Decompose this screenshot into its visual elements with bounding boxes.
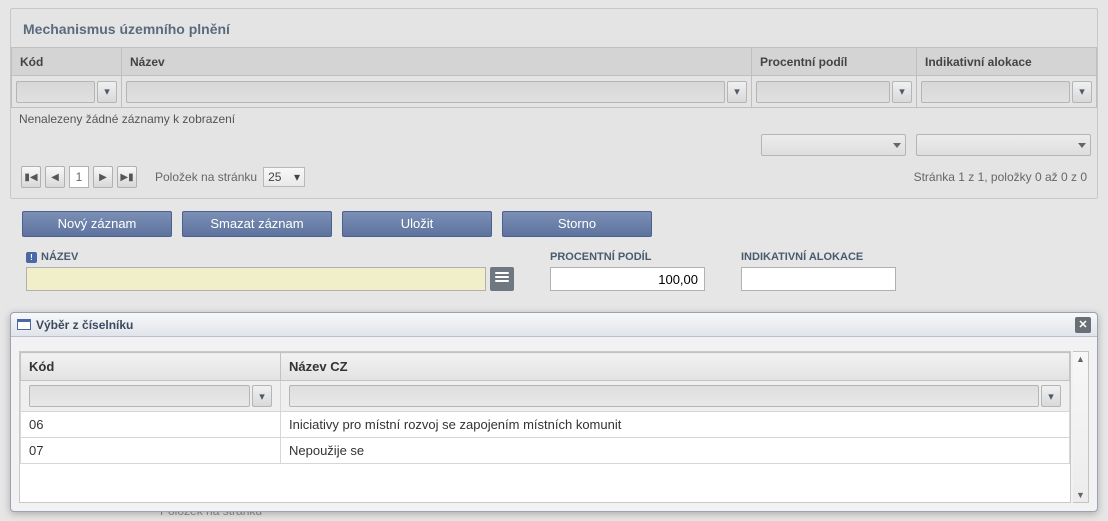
label-nazev: NÁZEV: [41, 251, 78, 263]
cell-nazev: Nepoužije se: [281, 438, 1070, 464]
chevron-down-icon: ▾: [294, 170, 300, 184]
funnel-icon[interactable]: ▾: [892, 81, 912, 103]
page-size-select[interactable]: 25▾: [263, 167, 305, 187]
header-row: Kód Název Procentní podíl Indikativní al…: [12, 48, 1097, 76]
label-procentni: PROCENTNÍ PODÍL: [550, 251, 705, 263]
col-kod[interactable]: Kód: [12, 48, 122, 76]
funnel-icon[interactable]: ▾: [727, 81, 747, 103]
filter-nazev[interactable]: [126, 81, 725, 103]
modal-filter-kod[interactable]: [29, 385, 250, 407]
pager-info: Stránka 1 z 1, položky 0 až 0 z 0: [914, 170, 1087, 184]
pager-prev[interactable]: ◀: [45, 166, 65, 188]
modal-col-kod[interactable]: Kód: [21, 353, 281, 381]
pager: ▮◀ ◀ 1 ▶ ▶▮ Položek na stránku 25▾ Strán…: [11, 160, 1097, 198]
pager-next[interactable]: ▶: [93, 166, 113, 188]
list-icon: [495, 272, 509, 286]
section-title: Mechanismus územního plnění: [11, 9, 1097, 47]
extra-select-2[interactable]: [916, 134, 1091, 156]
col-nazev[interactable]: Název: [122, 48, 752, 76]
nazev-field[interactable]: [26, 267, 486, 291]
extra-select-1[interactable]: [761, 134, 906, 156]
cell-kod: 06: [21, 412, 281, 438]
cell-kod: 07: [21, 438, 281, 464]
pager-last[interactable]: ▶▮: [117, 166, 137, 188]
col-indik[interactable]: Indikativní alokace: [917, 48, 1097, 76]
save-button[interactable]: Uložit: [342, 211, 492, 237]
table-row[interactable]: 07 Nepoužije se: [21, 438, 1070, 464]
filter-procentni[interactable]: [756, 81, 890, 103]
required-icon: !: [26, 252, 37, 263]
chevron-up-icon: ▲: [1076, 354, 1085, 364]
modal-title-text: Výběr z číselníku: [36, 318, 133, 332]
modal-filter-nazev[interactable]: [289, 385, 1039, 407]
table-row[interactable]: 06 Iniciativy pro místní rozvoj se zapoj…: [21, 412, 1070, 438]
lookup-button[interactable]: [490, 267, 514, 291]
close-icon[interactable]: ✕: [1075, 317, 1091, 333]
filter-row: ▾ ▾ ▾ ▾: [12, 76, 1097, 108]
delete-record-button[interactable]: Smazat záznam: [182, 211, 332, 237]
no-records-message: Nenalezeny žádné záznamy k zobrazení: [11, 108, 1097, 130]
extra-select-row: [11, 130, 1097, 160]
cell-nazev: Iniciativy pro místní rozvoj se zapojení…: [281, 412, 1070, 438]
cancel-button[interactable]: Storno: [502, 211, 652, 237]
funnel-icon[interactable]: ▾: [1041, 385, 1061, 407]
funnel-icon[interactable]: ▾: [97, 81, 117, 103]
funnel-icon[interactable]: ▾: [1072, 81, 1092, 103]
label-indik: INDIKATIVNÍ ALOKACE: [741, 251, 896, 263]
lookup-modal: Výběr z číselníku ✕ Kód Název CZ ▾ ▾ 06 …: [10, 312, 1098, 512]
new-record-button[interactable]: Nový záznam: [22, 211, 172, 237]
modal-col-nazev[interactable]: Název CZ: [281, 353, 1070, 381]
funnel-icon[interactable]: ▾: [252, 385, 272, 407]
scrollbar[interactable]: ▲▼: [1073, 351, 1089, 503]
page-size-label: Položek na stránku: [155, 170, 257, 184]
page-size: Položek na stránku 25▾: [155, 167, 305, 187]
procentni-field[interactable]: [550, 267, 705, 291]
filter-indik[interactable]: [921, 81, 1070, 103]
window-icon: [17, 319, 31, 330]
pager-current[interactable]: 1: [69, 166, 89, 188]
modal-grid: Kód Název CZ ▾ ▾ 06 Iniciativy pro místn…: [20, 352, 1070, 464]
pager-first[interactable]: ▮◀: [21, 166, 41, 188]
filter-kod[interactable]: [16, 81, 95, 103]
main-grid: Kód Název Procentní podíl Indikativní al…: [11, 47, 1097, 108]
chevron-down-icon: ▼: [1076, 490, 1085, 500]
indik-field[interactable]: [741, 267, 896, 291]
col-procentni[interactable]: Procentní podíl: [752, 48, 917, 76]
